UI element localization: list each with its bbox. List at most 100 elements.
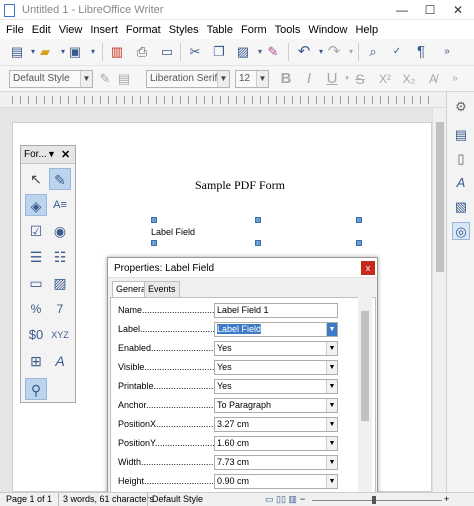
page-style[interactable]: Default Style (147, 493, 203, 506)
toolbar-overflow-icon[interactable]: » (438, 43, 456, 61)
design-mode-icon[interactable]: ✎ (49, 168, 71, 190)
zoom-in-icon[interactable]: + (444, 493, 449, 506)
menu-window[interactable]: Window (304, 24, 351, 36)
export-pdf-icon[interactable]: ▥ (108, 43, 126, 61)
menu-format[interactable]: Format (122, 24, 165, 36)
zoom-slider[interactable] (312, 500, 442, 501)
menu-view[interactable]: View (55, 24, 87, 36)
form-toolbar-header[interactable]: For... ▼ ✕ (21, 146, 75, 164)
clear-formatting-icon[interactable]: A̸ (424, 70, 442, 88)
selection-handle[interactable] (151, 217, 157, 223)
font-size-combo[interactable]: 12 ▼ (235, 70, 269, 88)
save-dropdown-icon[interactable]: ▾ (84, 43, 102, 61)
chevron-down-icon[interactable]: ▼ (217, 71, 229, 87)
properties-deck-icon[interactable]: ▤ (452, 126, 470, 144)
open-folder-icon[interactable]: ▰ (36, 43, 54, 61)
gallery-deck-icon[interactable]: ▧ (452, 198, 470, 216)
selection-handle[interactable] (255, 217, 261, 223)
italic-icon[interactable]: I (300, 70, 318, 88)
formatted-field-icon[interactable]: % (25, 298, 47, 320)
view-layout-icons[interactable]: ▭ ▯▯ ▥ (265, 493, 297, 506)
selection-handle[interactable] (356, 217, 362, 223)
chevron-down-icon[interactable]: ▼ (326, 475, 337, 488)
copy-icon[interactable]: ❐ (210, 43, 228, 61)
combo-box-icon[interactable]: ☷ (49, 246, 71, 268)
chevron-down-icon[interactable]: ▼ (326, 380, 337, 393)
menu-insert[interactable]: Insert (86, 24, 122, 36)
list-box-icon[interactable]: ☰ (25, 246, 47, 268)
undo-icon[interactable]: ↶ (295, 43, 313, 61)
formatting-marks-icon[interactable]: ¶ (412, 43, 430, 61)
print-icon[interactable]: ⎙ (133, 43, 151, 61)
menu-file[interactable]: File (2, 24, 28, 36)
scrollbar-thumb[interactable] (436, 122, 444, 272)
dialog-scrollbar[interactable] (358, 297, 372, 505)
dialog-close-icon[interactable]: x (361, 261, 375, 275)
subscript-icon[interactable]: X₂ (400, 70, 418, 88)
property-value-field[interactable]: 3.27 cm ▼ (214, 417, 338, 432)
menu-help[interactable]: Help (351, 24, 382, 36)
property-value-field[interactable]: Yes ▼ (214, 379, 338, 394)
update-style-icon[interactable]: ✎ (96, 70, 114, 88)
label-field-control[interactable]: Label Field (151, 227, 195, 237)
table-control-icon[interactable]: ⊞ (25, 350, 47, 372)
menu-tools[interactable]: Tools (271, 24, 305, 36)
currency-field-icon[interactable]: $0 (25, 324, 47, 346)
navigator-deck-icon[interactable]: ◎ (452, 222, 470, 240)
image-button-icon[interactable]: ▨ (49, 272, 71, 294)
cut-icon[interactable]: ✂ (186, 43, 204, 61)
menu-table[interactable]: Table (203, 24, 237, 36)
property-value-field[interactable]: To Paragraph ▼ (214, 398, 338, 413)
bold-icon[interactable]: B (277, 70, 295, 88)
menu-edit[interactable]: Edit (28, 24, 55, 36)
selection-handle[interactable] (151, 240, 157, 246)
scrollbar-thumb[interactable] (361, 311, 369, 421)
checkbox-icon[interactable]: ☑ (25, 220, 47, 242)
new-style-icon[interactable]: ▤ (115, 70, 133, 88)
toolbar-menu-icon[interactable]: ▼ (47, 149, 56, 159)
chevron-down-icon[interactable]: ▼ (326, 418, 337, 431)
property-value-field[interactable]: Yes ▼ (214, 360, 338, 375)
selection-handle[interactable] (356, 240, 362, 246)
menu-styles[interactable]: Styles (165, 24, 203, 36)
date-field-icon[interactable]: 7 (49, 298, 71, 320)
spelling-icon[interactable]: ✓ (388, 43, 406, 61)
page-count[interactable]: Page 1 of 1 (6, 493, 52, 506)
tab-events[interactable]: Events (144, 281, 180, 297)
property-value-field[interactable]: Label Field 1 (214, 303, 338, 318)
styles-deck-icon[interactable]: A (452, 174, 470, 192)
redo-icon[interactable]: ↷ (325, 43, 343, 61)
page-deck-icon[interactable]: ▯ (452, 150, 470, 168)
zoom-slider-thumb[interactable] (372, 496, 376, 504)
chevron-down-icon[interactable]: ▼ (80, 71, 92, 87)
property-value-field[interactable]: 1.60 cm ▼ (214, 436, 338, 451)
chevron-down-icon[interactable]: ▼ (256, 71, 268, 87)
word-count[interactable]: 3 words, 61 characters (58, 493, 154, 506)
chevron-down-icon[interactable]: ▼ (326, 437, 337, 450)
document-scrollbar[interactable] (432, 108, 446, 492)
push-button-icon[interactable]: ▭ (25, 272, 47, 294)
menu-form[interactable]: Form (237, 24, 271, 36)
property-value-field[interactable]: 0.90 cm ▼ (214, 474, 338, 489)
horizontal-ruler[interactable] (0, 92, 446, 108)
property-value-field[interactable]: Yes ▼ (214, 341, 338, 356)
chevron-down-icon[interactable]: ▼ (326, 456, 337, 469)
find-replace-icon[interactable]: ⌕ (364, 43, 382, 61)
save-icon[interactable]: ▣ (66, 43, 84, 61)
dialog-title-bar[interactable]: Properties: Label Field x (108, 258, 377, 278)
print-preview-icon[interactable]: ▭ (158, 43, 176, 61)
strikethrough-icon[interactable]: S (351, 70, 369, 88)
property-value-field[interactable]: 7.73 cm ▼ (214, 455, 338, 470)
wizards-icon[interactable]: ⚲ (25, 378, 47, 400)
chevron-down-icon[interactable]: ▼ (326, 399, 337, 412)
select-pointer-icon[interactable]: ↖ (25, 168, 47, 190)
text-box-icon[interactable]: A≡ (49, 194, 71, 216)
clone-formatting-icon[interactable]: ✎ (264, 43, 282, 61)
superscript-icon[interactable]: X² (376, 70, 394, 88)
font-name-combo[interactable]: Liberation Serif ▼ (146, 70, 230, 88)
chevron-down-icon[interactable]: ▼ (326, 361, 337, 374)
fontwork-icon[interactable]: A (49, 350, 71, 372)
chevron-down-icon[interactable]: ▼ (326, 342, 337, 355)
paragraph-style-combo[interactable]: Default Style ▼ (9, 70, 93, 88)
label-control-icon[interactable]: ◈ (25, 194, 47, 216)
